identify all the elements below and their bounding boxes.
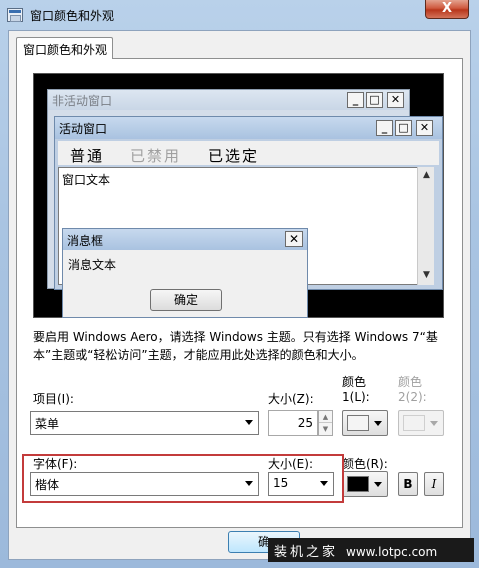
message-box-close-icon: ✕ — [285, 231, 303, 247]
font-color-label: 颜色(R): — [342, 457, 388, 471]
inactive-maximize-icon: □ — [366, 92, 383, 108]
color2-label-line2: 2(2): — [398, 390, 427, 404]
color1-label-line2: 1(L): — [342, 390, 370, 404]
active-maximize-icon: □ — [395, 120, 412, 136]
active-close-icon: ✕ — [416, 120, 433, 136]
color2-label-line1: 颜色 — [398, 375, 423, 389]
window-close-button[interactable]: X — [425, 0, 469, 19]
color2-swatch — [403, 415, 425, 431]
window-title: 窗口颜色和外观 — [30, 9, 115, 23]
aero-info-text: 要启用 Windows Aero，请选择 Windows 主题。只有选择 Win… — [33, 330, 438, 362]
scroll-down-arrow-icon[interactable]: ▼ — [419, 268, 434, 283]
color1-label-line1: 颜色 — [342, 375, 367, 389]
site-watermark: 装机之家 www.lotpc.com — [268, 538, 474, 562]
item-label: 项目(I): — [33, 392, 74, 406]
menu-item-normal[interactable]: 普通 — [70, 145, 104, 166]
tab-window-color-appearance[interactable]: 窗口颜色和外观 — [16, 37, 113, 59]
watermark-brand: 装机之家 — [274, 545, 339, 560]
message-text: 消息文本 — [68, 258, 117, 272]
font-highlight-frame — [22, 454, 344, 503]
inactive-minimize-icon: _ — [347, 92, 364, 108]
item-size-stepper[interactable]: ▲ ▼ — [318, 410, 333, 436]
message-box-ok-button[interactable]: 确定 — [150, 289, 222, 311]
item-size-input[interactable]: 25 — [268, 410, 318, 436]
message-box-title[interactable]: 消息框 — [63, 229, 307, 250]
chevron-down-icon — [245, 420, 253, 425]
item-select[interactable]: 菜单 — [30, 411, 259, 435]
color1-button[interactable] — [342, 410, 388, 436]
spin-down-icon[interactable]: ▼ — [319, 423, 332, 435]
inactive-close-icon: ✕ — [387, 92, 404, 108]
bold-button[interactable]: B — [398, 472, 418, 496]
color2-chevron-down-icon — [430, 421, 438, 426]
preview-scrollbar[interactable]: ▲ ▼ — [417, 167, 434, 285]
active-minimize-icon: _ — [376, 120, 393, 136]
italic-button[interactable]: I — [424, 472, 444, 496]
watermark-url: www.lotpc.com — [346, 545, 438, 559]
spin-up-icon[interactable]: ▲ — [319, 411, 332, 423]
font-color-chevron-down-icon — [374, 482, 382, 487]
color2-button — [398, 410, 444, 436]
font-color-button[interactable] — [342, 471, 388, 497]
color1-chevron-down-icon — [374, 421, 382, 426]
window-icon — [7, 8, 23, 22]
item-select-value: 菜单 — [35, 417, 60, 431]
font-color-swatch — [347, 476, 369, 492]
scroll-up-arrow-icon[interactable]: ▲ — [419, 168, 434, 183]
item-size-label: 大小(Z): — [268, 392, 314, 406]
color1-swatch — [347, 415, 369, 431]
menu-item-selected[interactable]: 已选定 — [208, 145, 259, 166]
window-text: 窗口文本 — [62, 173, 111, 187]
menu-item-disabled[interactable]: 已禁用 — [130, 145, 181, 166]
